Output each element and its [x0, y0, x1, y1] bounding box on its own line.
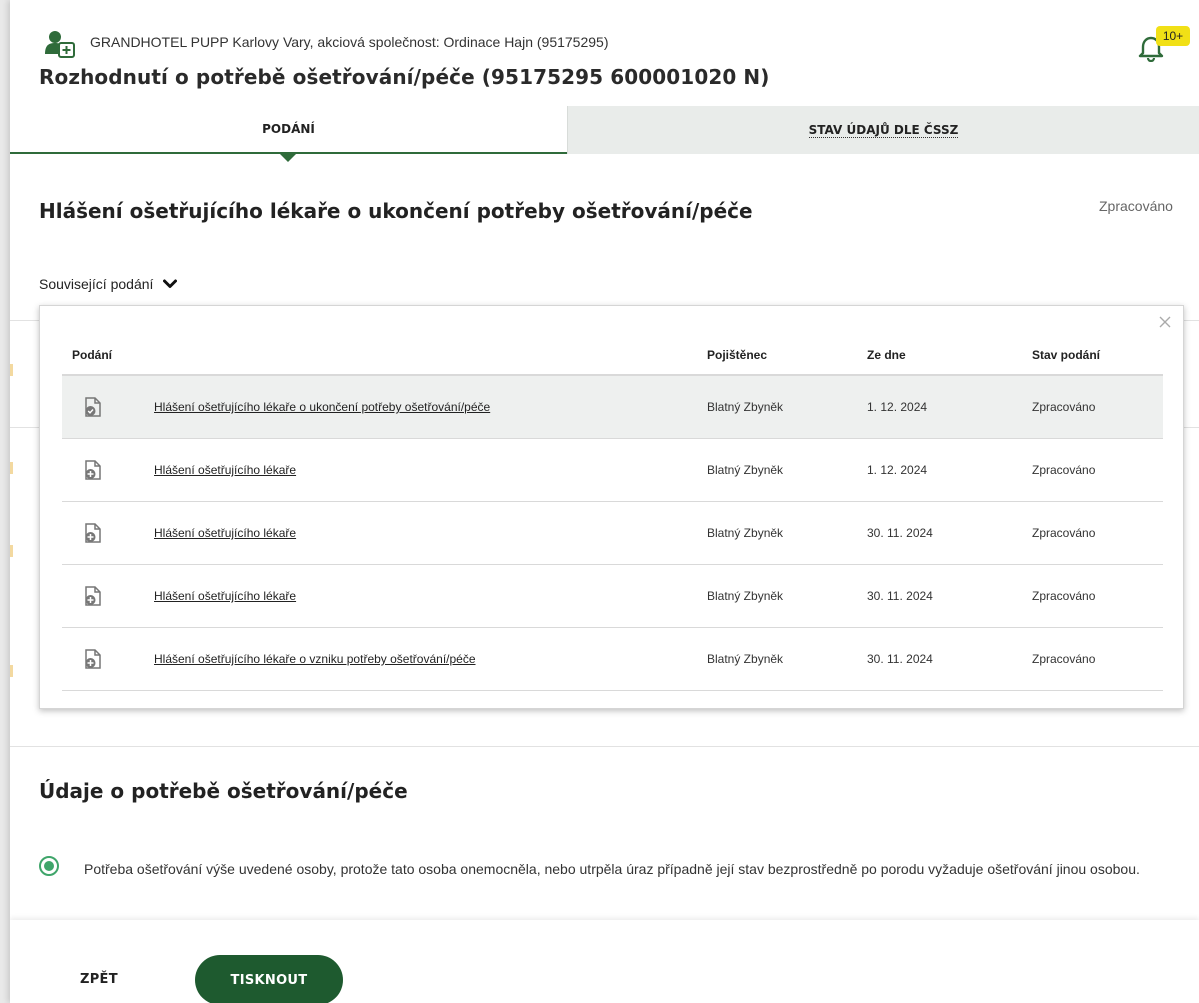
- cell-date: 1. 12. 2024: [867, 400, 928, 414]
- submission-link[interactable]: Hlášení ošetřujícího lékaře: [154, 526, 296, 540]
- decorative-mark: [10, 462, 13, 474]
- cell-pojistenec: Blatný Zbyněk: [707, 589, 784, 603]
- print-button[interactable]: TISKNOUT: [195, 955, 343, 1003]
- header: GRANDHOTEL PUPP Karlovy Vary, akciová sp…: [10, 0, 1199, 106]
- cell-pojistenec: Blatný Zbyněk: [707, 652, 784, 666]
- tab-label: STAV ÚDAJŮ DLE ČSSZ: [808, 122, 959, 138]
- tab-stav-udaju[interactable]: STAV ÚDAJŮ DLE ČSSZ: [567, 106, 1199, 154]
- care-need-radio[interactable]: [39, 856, 59, 876]
- submission-link[interactable]: Hlášení ošetřujícího lékaře o ukončení p…: [154, 400, 490, 414]
- close-icon[interactable]: [1157, 314, 1173, 330]
- submission-link[interactable]: Hlášení ošetřujícího lékaře: [154, 463, 296, 477]
- status-text: Zpracováno: [1099, 198, 1173, 214]
- table-row[interactable]: Hlášení ošetřujícího lékaře Blatný Zbyně…: [62, 502, 1163, 565]
- section-title: Hlášení ošetřujícího lékaře o ukončení p…: [39, 199, 753, 223]
- tab-label: PODÁNÍ: [262, 122, 315, 136]
- chevron-down-icon: [163, 279, 178, 288]
- cell-date: 30. 11. 2024: [867, 652, 933, 666]
- care-need-option-label: Potřeba ošetřování výše uvedené osoby, p…: [84, 861, 1140, 877]
- column-header-pojistenec: Pojištěnec: [707, 348, 768, 362]
- document-add-icon: [85, 523, 101, 543]
- related-submissions-toggle[interactable]: Související podání: [39, 276, 178, 292]
- related-submissions-popup: Podání Pojištěnec Ze dne Stav podání Hlá…: [39, 305, 1184, 709]
- decorative-mark: [10, 545, 13, 557]
- tabs: PODÁNÍ STAV ÚDAJŮ DLE ČSSZ: [10, 106, 1199, 162]
- cell-podani: Hlášení ošetřujícího lékaře: [62, 586, 707, 606]
- back-button[interactable]: ZPĚT: [80, 972, 118, 987]
- cell-pojistenec: Blatný Zbyněk: [707, 463, 784, 477]
- cell-podani: Hlášení ošetřujícího lékaře o ukončení p…: [62, 397, 707, 417]
- footer-action-bar: ZPĚT TISKNOUT: [10, 920, 1199, 1003]
- table-row[interactable]: Hlášení ošetřujícího lékaře o ukončení p…: [62, 376, 1163, 439]
- cell-status: Zpracováno: [1032, 463, 1096, 477]
- user-add-icon: [45, 31, 75, 58]
- cell-pojistenec: Blatný Zbyněk: [707, 400, 784, 414]
- cell-podani: Hlášení ošetřujícího lékaře o vzniku pot…: [62, 649, 707, 669]
- table-row[interactable]: Hlášení ošetřujícího lékaře Blatný Zbyně…: [62, 565, 1163, 628]
- document-add-icon: [85, 586, 101, 606]
- divider: [10, 746, 1199, 747]
- column-header-podani: Podání: [72, 348, 113, 362]
- table-row[interactable]: Hlášení ošetřujícího lékaře Blatný Zbyně…: [62, 439, 1163, 502]
- table-row[interactable]: Hlášení ošetřujícího lékaře o vzniku pot…: [62, 628, 1163, 691]
- submission-link[interactable]: Hlášení ošetřujícího lékaře: [154, 589, 296, 603]
- column-header-ze-dne: Ze dne: [867, 348, 906, 362]
- related-submissions-table: Podání Pojištěnec Ze dne Stav podání Hlá…: [62, 336, 1163, 691]
- active-tab-indicator: [280, 154, 296, 162]
- cell-status: Zpracováno: [1032, 400, 1096, 414]
- document-add-icon: [85, 460, 101, 480]
- decorative-mark: [10, 665, 13, 677]
- notification-badge[interactable]: 10+: [1156, 26, 1190, 46]
- column-header-stav: Stav podání: [1032, 348, 1101, 362]
- cell-status: Zpracováno: [1032, 652, 1096, 666]
- divider: [10, 427, 40, 428]
- cell-podani: Hlášení ošetřujícího lékaře: [62, 460, 707, 480]
- submission-link[interactable]: Hlášení ošetřujícího lékaře o vzniku pot…: [154, 652, 476, 666]
- page: GRANDHOTEL PUPP Karlovy Vary, akciová sp…: [10, 0, 1199, 1003]
- organization-name: GRANDHOTEL PUPP Karlovy Vary, akciová sp…: [90, 34, 609, 50]
- document-add-icon: [85, 649, 101, 669]
- cell-date: 1. 12. 2024: [867, 463, 928, 477]
- document-check-icon: [85, 397, 101, 417]
- cell-status: Zpracováno: [1032, 526, 1096, 540]
- details-section-title: Údaje o potřebě ošetřování/péče: [39, 779, 408, 803]
- radio-selected-dot: [44, 861, 54, 871]
- divider: [10, 320, 40, 321]
- cell-date: 30. 11. 2024: [867, 589, 933, 603]
- table-header: Podání Pojištěnec Ze dne Stav podání: [62, 336, 1163, 376]
- tab-podani[interactable]: PODÁNÍ: [10, 106, 567, 162]
- cell-date: 30. 11. 2024: [867, 526, 933, 540]
- related-submissions-label: Související podání: [39, 276, 154, 292]
- page-title: Rozhodnutí o potřebě ošetřování/péče (95…: [39, 65, 770, 89]
- cell-status: Zpracováno: [1032, 589, 1096, 603]
- decorative-mark: [10, 364, 13, 376]
- cell-podani: Hlášení ošetřujícího lékaře: [62, 523, 707, 543]
- cell-pojistenec: Blatný Zbyněk: [707, 526, 784, 540]
